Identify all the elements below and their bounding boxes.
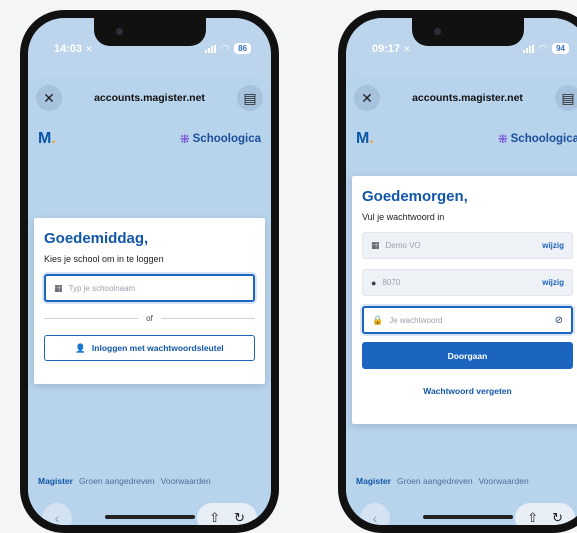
phone-right: 09:17 ✕ ◠ 94 ✕ accounts.magister.net ▤ M.…	[338, 10, 577, 533]
tabs-icon[interactable]: ▤	[237, 85, 263, 111]
schoologica-logo: ⁜ Schoologica	[179, 133, 261, 146]
url-text: accounts.magister.net	[412, 92, 523, 104]
home-indicator	[104, 515, 195, 519]
close-icon[interactable]: ✕	[354, 85, 380, 111]
status-time: 14:03	[54, 42, 83, 55]
signal-icon	[522, 44, 534, 53]
school-icon: ▦	[54, 282, 63, 293]
bell-slash-icon: ✕	[85, 43, 93, 54]
or-divider: of	[44, 314, 256, 323]
browser-sheet: ✕ accounts.magister.net ▤ M. ⁜ Schoologic…	[28, 76, 271, 525]
url-bar: ✕ accounts.magister.net ▤	[354, 84, 577, 112]
footer-terms-link[interactable]: Voorwaarden	[479, 476, 529, 486]
user-icon: ●	[371, 277, 377, 288]
browser-toolbar: ‹ ⇧ ↻	[360, 503, 575, 525]
signal-icon	[204, 44, 216, 53]
action-pill: ⇧ ↻	[515, 503, 575, 525]
school-search-input[interactable]: ▦ Typ je schoolnaam	[44, 274, 255, 302]
footer-terms-link[interactable]: Voorwaarden	[161, 476, 211, 486]
chevron-left-icon[interactable]: ‹	[360, 503, 390, 525]
school-value: Demo VO	[385, 241, 421, 250]
school-icon: ▦	[371, 240, 380, 250]
forgot-password-link[interactable]: Wachtwoord vergeten	[362, 386, 573, 396]
url-text: accounts.magister.net	[94, 92, 205, 104]
battery-level: 94	[552, 43, 569, 54]
share-icon[interactable]: ⇧	[209, 510, 220, 525]
wifi-icon: ◠	[538, 43, 548, 55]
browser-toolbar: ‹ ⇧ ↻	[42, 503, 257, 525]
status-time: 09:17	[372, 42, 401, 55]
reload-icon[interactable]: ↻	[552, 510, 563, 525]
bell-slash-icon: ✕	[403, 43, 411, 54]
magister-logo: M.	[356, 130, 374, 147]
footer-green-link[interactable]: Groen aangedreven	[397, 476, 473, 486]
footer-magister-link[interactable]: Magister	[38, 476, 73, 486]
browser-sheet: ✕ accounts.magister.net ▤ M. ⁜ Schoologic…	[346, 76, 577, 525]
greeting-heading: Goedemiddag,	[44, 230, 149, 247]
school-search-placeholder: Typ je schoolnaam	[68, 283, 136, 293]
password-input[interactable]: 🔒 Je wachtwoord ⊘	[362, 306, 573, 334]
footer-magister-link[interactable]: Magister	[356, 476, 391, 486]
username-field: ● 8070 wijzig	[362, 269, 573, 296]
close-icon[interactable]: ✕	[36, 85, 62, 111]
passkey-icon: 👤	[75, 342, 86, 353]
battery-level: 86	[234, 43, 251, 54]
schoologica-logo: ⁜ Schoologica	[497, 133, 577, 146]
username-value: 8070	[382, 278, 401, 287]
login-card: Goedemiddag, Kies je school om in te log…	[34, 218, 265, 384]
footer-green-link[interactable]: Groen aangedreven	[79, 476, 155, 486]
password-card: Goedemorgen, Vul je wachtwoord in ▦ Demo…	[352, 176, 577, 424]
school-field: ▦ Demo VO wijzig	[362, 232, 573, 259]
status-bar: 14:03 ✕ ◠ 86	[54, 42, 251, 55]
magister-logo: M.	[38, 130, 56, 147]
status-bar: 09:17 ✕ ◠ 94	[372, 42, 569, 55]
screen-right: 09:17 ✕ ◠ 94 ✕ accounts.magister.net ▤ M.…	[346, 18, 577, 525]
card-subtitle: Vul je wachtwoord in	[362, 212, 445, 222]
screen-left: 14:03 ✕ ◠ 86 ✕ accounts.magister.net ▤ M.…	[28, 18, 271, 525]
reload-icon[interactable]: ↻	[234, 510, 245, 525]
phone-left: 14:03 ✕ ◠ 86 ✕ accounts.magister.net ▤ M.…	[20, 10, 279, 533]
edit-username-link[interactable]: wijzig	[542, 278, 564, 287]
card-subtitle: Kies je school om in te loggen	[44, 254, 164, 264]
footer-links: Magister Groen aangedreven Voorwaarden	[356, 476, 577, 486]
password-placeholder: Je wachtwoord	[389, 315, 443, 325]
eye-slash-icon[interactable]: ⊘	[555, 315, 563, 326]
tabs-icon[interactable]: ▤	[555, 85, 577, 111]
footer-links: Magister Groen aangedreven Voorwaarden	[38, 476, 261, 486]
edit-school-link[interactable]: wijzig	[542, 241, 564, 250]
brand-row: M. ⁜ Schoologica	[356, 130, 577, 148]
passkey-login-button[interactable]: 👤 Inloggen met wachtwoordsleutel	[44, 335, 255, 361]
greeting-heading: Goedemorgen,	[362, 188, 468, 205]
continue-button[interactable]: Doorgaan	[362, 342, 573, 369]
chevron-left-icon[interactable]: ‹	[42, 503, 72, 525]
url-bar: ✕ accounts.magister.net ▤	[36, 84, 263, 112]
wifi-icon: ◠	[220, 43, 230, 55]
brand-row: M. ⁜ Schoologica	[38, 130, 261, 148]
action-pill: ⇧ ↻	[197, 503, 257, 525]
lock-icon: 🔒	[372, 314, 384, 325]
home-indicator	[422, 515, 513, 519]
share-icon[interactable]: ⇧	[527, 510, 538, 525]
